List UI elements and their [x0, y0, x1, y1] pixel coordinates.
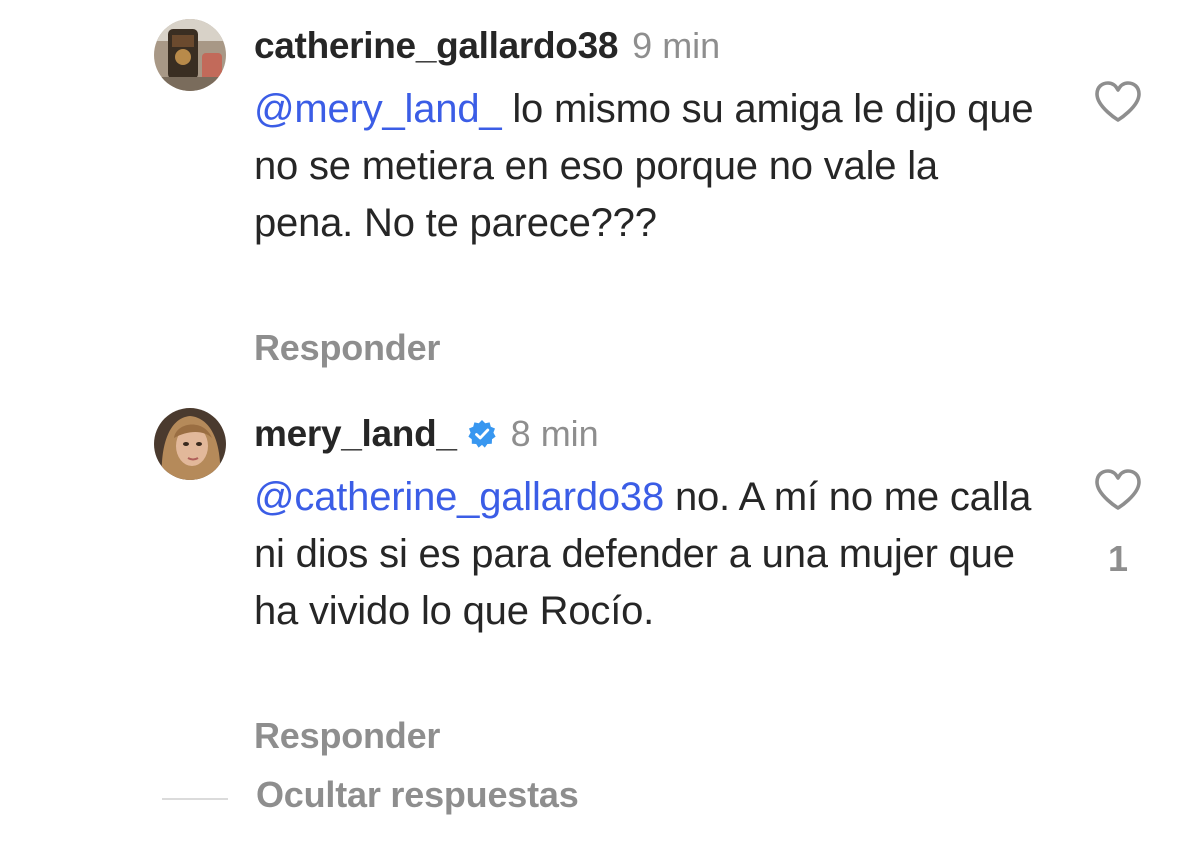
reply-button[interactable]: Responder: [254, 327, 440, 369]
username[interactable]: mery_land_: [254, 413, 457, 455]
mention-link[interactable]: @mery_land_: [254, 87, 502, 131]
avatar[interactable]: [154, 19, 226, 91]
avatar-image: [154, 408, 226, 480]
username[interactable]: catherine_gallardo38: [254, 25, 618, 67]
hide-replies-divider: [162, 798, 228, 800]
comment-header: mery_land_ 8 min: [254, 412, 599, 456]
heart-outline-icon[interactable]: [1094, 80, 1142, 124]
comment-text: @mery_land_ lo mismo su amiga le dijo qu…: [254, 81, 1034, 252]
avatar[interactable]: [154, 408, 226, 480]
verified-badge-icon: [468, 420, 496, 448]
comment-time: 9 min: [632, 25, 721, 66]
hide-replies-button[interactable]: Ocultar respuestas: [256, 774, 579, 816]
comment-header: catherine_gallardo38 9 min: [254, 24, 720, 68]
mention-link[interactable]: @catherine_gallardo38: [254, 475, 664, 519]
avatar-image: [154, 19, 226, 91]
like-count[interactable]: 1: [1100, 538, 1136, 580]
heart-outline-icon[interactable]: [1094, 468, 1142, 512]
reply-button[interactable]: Responder: [254, 715, 440, 757]
comment-time: 8 min: [510, 413, 599, 454]
comment-text: @catherine_gallardo38 no. A mí no me cal…: [254, 469, 1034, 640]
